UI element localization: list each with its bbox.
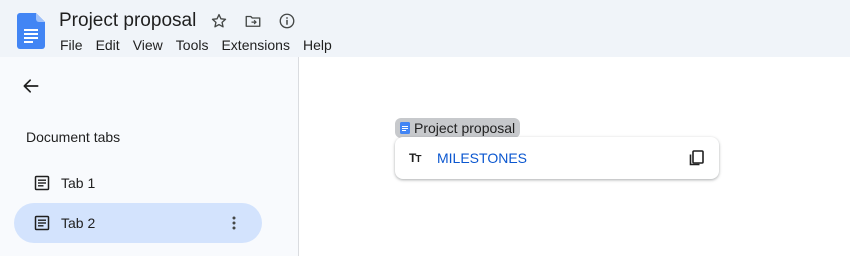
heading-link-card: TT MILESTONES — [395, 137, 719, 179]
docs-mini-icon — [400, 122, 410, 134]
section-title: Document tabs — [26, 129, 121, 145]
tab-label: Tab 1 — [61, 175, 96, 191]
copy-icon[interactable] — [687, 148, 707, 168]
menu-view[interactable]: View — [133, 36, 169, 54]
menu-help[interactable]: Help — [303, 36, 338, 54]
header: Project proposal File Edit View Tools Ex… — [0, 0, 850, 57]
back-button[interactable] — [18, 73, 44, 99]
menu-edit[interactable]: Edit — [96, 36, 126, 54]
star-icon[interactable] — [208, 10, 230, 32]
menu-extensions[interactable]: Extensions — [221, 36, 295, 54]
chip-label: Project proposal — [414, 120, 516, 136]
document-tab-icon — [34, 215, 50, 231]
heading-link[interactable]: MILESTONES — [437, 150, 527, 166]
menu-tools[interactable]: Tools — [176, 36, 215, 54]
arrow-back-icon — [23, 79, 39, 93]
menu-file[interactable]: File — [60, 36, 89, 54]
text-style-icon: TT — [409, 151, 421, 165]
tab-item-1[interactable]: Tab 1 — [14, 163, 262, 203]
document-title[interactable]: Project proposal — [59, 9, 196, 33]
more-vert-icon[interactable] — [226, 215, 242, 231]
document-tabs-sidebar: Document tabs Tab 1 Tab 2 — [0, 57, 299, 256]
tab-label: Tab 2 — [61, 215, 96, 231]
document-tab-icon — [34, 175, 50, 191]
title-actions — [208, 10, 298, 32]
info-icon[interactable] — [276, 10, 298, 32]
menu-bar: File Edit View Tools Extensions Help — [60, 36, 345, 54]
document-chip[interactable]: Project proposal — [395, 118, 521, 138]
docs-logo-icon[interactable] — [17, 13, 45, 49]
move-folder-icon[interactable] — [242, 10, 264, 32]
tab-item-2[interactable]: Tab 2 — [14, 203, 262, 243]
